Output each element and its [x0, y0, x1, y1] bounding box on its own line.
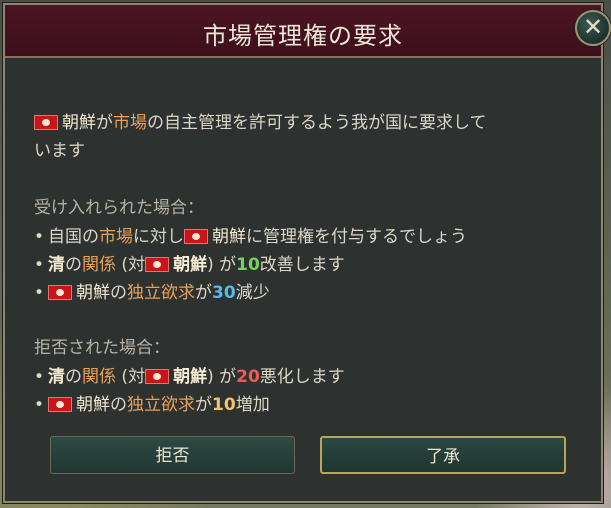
effect-text: 増加 — [235, 395, 270, 415]
bullet: • — [34, 283, 45, 303]
effect-text: 自国の — [48, 227, 100, 247]
request-description-line-1: 朝鮮が市場の自主管理を許可するよう我が国に要求して — [34, 108, 487, 133]
effect-text: の — [110, 395, 128, 415]
effect-text: が — [195, 395, 213, 415]
effect-text: が — [195, 283, 213, 303]
korea-flag-icon — [145, 257, 170, 272]
dialog-title: 市場管理権の要求 — [203, 22, 403, 50]
country-korea-link[interactable]: 朝鮮 — [76, 395, 110, 415]
accepted-effect-1: • 自国の市場に対し 朝鮮に管理権を付与するでしょう — [34, 222, 467, 247]
effect-text: 改善します — [259, 255, 345, 275]
relations-improve-value: 10 — [236, 255, 260, 275]
bullet: • — [34, 367, 45, 387]
market-link[interactable]: 市場 — [99, 227, 133, 247]
independence-desire-link[interactable]: 独立欲求 — [127, 283, 195, 303]
effect-text: ) が — [207, 367, 237, 387]
country-korea-link[interactable]: 朝鮮 — [76, 283, 110, 303]
country-korea-link[interactable]: 朝鮮 — [173, 367, 207, 387]
effect-text: の — [65, 367, 83, 387]
close-button[interactable]: ✕ — [575, 10, 611, 46]
intro-text-particle: が — [96, 113, 113, 133]
country-korea-link[interactable]: 朝鮮 — [212, 227, 246, 247]
declined-header: 拒否された場合： — [34, 338, 170, 358]
effect-text: (対 — [116, 367, 146, 387]
bullet: • — [34, 227, 45, 247]
country-qing-link[interactable]: 清 — [48, 367, 65, 387]
effect-text: 減少 — [235, 283, 270, 303]
independence-increase-value: 10 — [212, 395, 236, 415]
independence-desire-link[interactable]: 独立欲求 — [127, 395, 195, 415]
market-control-request-dialog: 市場管理権の要求 ✕ 朝鮮が市場の自主管理を許可するよう我が国に要求して います… — [3, 3, 611, 503]
relations-link[interactable]: 関係 — [82, 367, 116, 387]
korea-flag-icon — [34, 115, 58, 130]
market-link[interactable]: 市場 — [113, 113, 147, 133]
independence-decrease-value: 30 — [212, 283, 236, 303]
effect-text: に管理権を付与するでしょう — [246, 227, 468, 247]
effect-text: ) が — [207, 255, 237, 275]
dialog-header: 市場管理権の要求 — [5, 5, 601, 58]
bullet: • — [34, 255, 45, 275]
relations-link[interactable]: 関係 — [82, 255, 116, 275]
effect-text: 悪化します — [259, 367, 345, 387]
country-korea-link[interactable]: 朝鮮 — [173, 255, 207, 275]
country-korea-link[interactable]: 朝鮮 — [62, 113, 96, 133]
effect-text: の — [65, 255, 83, 275]
accepted-header: 受け入れられた場合： — [34, 198, 204, 218]
declined-effect-1: • 清の関係 (対 朝鮮) が20悪化します — [34, 362, 345, 387]
korea-flag-icon — [48, 285, 73, 300]
accepted-effect-3: • 朝鮮の独立欲求が30減少 — [34, 278, 270, 303]
korea-flag-icon — [184, 229, 209, 244]
country-qing-link[interactable]: 清 — [48, 255, 65, 275]
effect-text: (対 — [116, 255, 146, 275]
declined-effect-2: • 朝鮮の独立欲求が10増加 — [34, 390, 270, 415]
accept-button[interactable]: 了承 — [320, 436, 566, 474]
effect-text: の — [110, 283, 128, 303]
decline-button[interactable]: 拒否 — [50, 436, 295, 474]
effect-text: に対し — [133, 227, 185, 247]
close-icon: ✕ — [582, 13, 604, 41]
bullet: • — [34, 395, 45, 415]
korea-flag-icon — [48, 397, 73, 412]
request-description-line-2: います — [34, 141, 85, 161]
accepted-effect-2: • 清の関係 (対 朝鮮) が10改善します — [34, 250, 345, 275]
relations-worsen-value: 20 — [236, 367, 260, 387]
korea-flag-icon — [145, 369, 170, 384]
intro-text: の自主管理を許可するよう我が国に要求して — [147, 113, 487, 133]
